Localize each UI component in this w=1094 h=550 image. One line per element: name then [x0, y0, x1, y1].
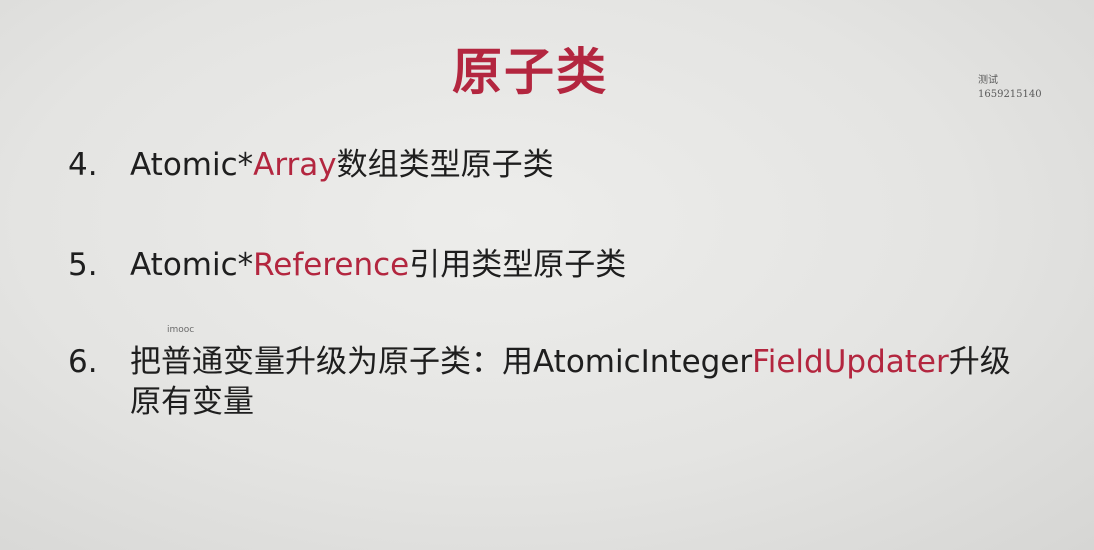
item-highlight: Array	[253, 147, 337, 183]
item-number: 4.	[68, 147, 98, 183]
item-highlight: FieldUpdater	[752, 344, 949, 380]
item-suffix: 数组类型原子类	[336, 147, 554, 183]
watermark-id: 1659215140	[978, 89, 1042, 100]
watermark-label: 测试	[978, 75, 998, 86]
watermark: 测试 1659215140	[978, 74, 1042, 102]
item-text: Atomic*Reference引用类型原子类	[130, 246, 626, 284]
item-prefix: 把普通变量升级为原子类：用AtomicInteger	[130, 344, 753, 380]
item-number: 6.	[68, 344, 98, 380]
item-prefix: Atomic*	[130, 247, 254, 283]
slide-title: 原子类	[452, 43, 608, 101]
item-number: 5.	[68, 247, 98, 283]
item-text: Atomic*Array数组类型原子类	[130, 146, 554, 184]
item-prefix: Atomic*	[130, 147, 254, 183]
item-suffix: 升级	[948, 344, 1011, 380]
item-text-line2: 原有变量	[130, 384, 254, 420]
item-highlight: Reference	[253, 247, 410, 283]
item-text: 把普通变量升级为原子类：用AtomicIntegerFieldUpdater升级	[130, 343, 1011, 381]
imooc-mark: imooc	[167, 325, 195, 335]
item-suffix: 引用类型原子类	[409, 247, 627, 283]
